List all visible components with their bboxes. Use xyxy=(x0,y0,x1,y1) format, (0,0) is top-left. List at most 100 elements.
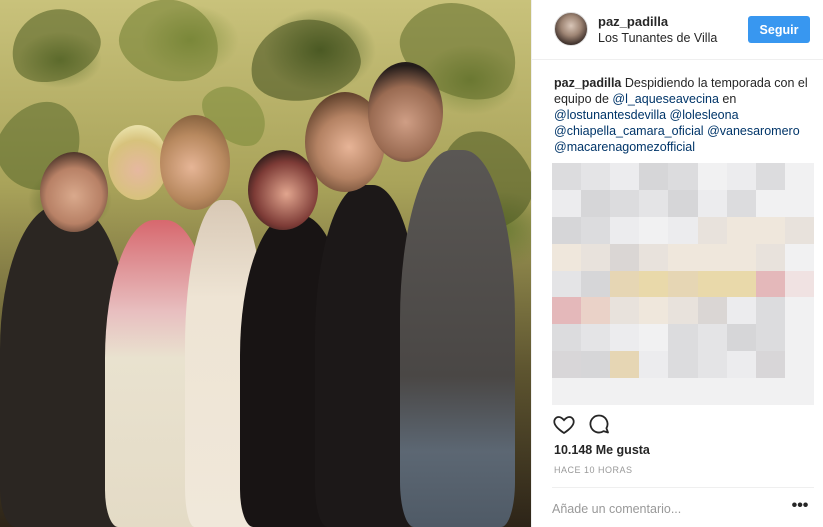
pixel-tile xyxy=(697,270,727,298)
pixel-tile xyxy=(639,378,669,405)
pixel-tile xyxy=(755,189,785,217)
pixel-tile xyxy=(581,324,611,352)
pixel-tile xyxy=(610,189,640,217)
pixel-tile xyxy=(755,270,785,298)
comment-input[interactable] xyxy=(552,498,782,520)
pixel-tile xyxy=(610,297,640,325)
post-sidebar: paz_padilla Los Tunantes de Villa Seguir… xyxy=(531,0,823,527)
pixelated-comments xyxy=(552,163,814,405)
pixel-tile xyxy=(726,189,756,217)
pixel-tile xyxy=(784,163,814,190)
divider xyxy=(552,487,814,488)
pixel-tile xyxy=(639,297,669,325)
action-bar xyxy=(552,412,612,436)
pixel-tile xyxy=(581,270,611,298)
pixel-tile xyxy=(726,216,756,244)
pixel-tile xyxy=(552,189,582,217)
pixel-tile xyxy=(552,297,582,325)
post-caption: paz_padilla Despidiendo la temporada con… xyxy=(554,75,816,155)
post-header: paz_padilla Los Tunantes de Villa Seguir xyxy=(532,0,823,60)
caption-tag[interactable]: @vanesaromero xyxy=(707,124,800,138)
person-figure xyxy=(400,150,515,527)
person-head xyxy=(160,115,230,210)
caption-author[interactable]: paz_padilla xyxy=(554,76,621,90)
pixel-tile xyxy=(581,378,611,405)
pixel-tile xyxy=(581,351,611,379)
pixel-tile xyxy=(697,189,727,217)
pixel-tile xyxy=(639,216,669,244)
pixel-tile xyxy=(668,189,698,217)
pixel-tile xyxy=(755,324,785,352)
person-head xyxy=(368,62,443,162)
pixel-tile xyxy=(697,243,727,271)
pixel-tile xyxy=(581,297,611,325)
pixel-tile xyxy=(726,324,756,352)
pixel-tile xyxy=(755,163,785,190)
pixel-tile xyxy=(610,378,640,405)
follow-button[interactable]: Seguir xyxy=(748,16,810,43)
pixel-tile xyxy=(697,216,727,244)
pixel-tile xyxy=(610,243,640,271)
pixel-tile xyxy=(697,163,727,190)
pixel-tile xyxy=(552,324,582,352)
caption-tag[interactable]: @lostunantesdevilla xyxy=(554,108,666,122)
post-timestamp[interactable]: HACE 10 HORAS xyxy=(554,465,633,475)
pixel-tile xyxy=(668,243,698,271)
pixel-tile xyxy=(726,270,756,298)
heart-icon[interactable] xyxy=(552,412,576,436)
pixel-tile xyxy=(639,270,669,298)
author-username[interactable]: paz_padilla xyxy=(598,14,668,29)
likes-count[interactable]: 10.148 Me gusta xyxy=(554,443,650,457)
pixel-tile xyxy=(726,297,756,325)
pixel-tile xyxy=(697,324,727,352)
pixel-tile xyxy=(552,378,582,405)
post-location[interactable]: Los Tunantes de Villa xyxy=(598,31,717,45)
pixel-tile xyxy=(697,297,727,325)
pixel-tile xyxy=(610,351,640,379)
pixel-tile xyxy=(668,297,698,325)
caption-tag[interactable]: @macarenagomezofficial xyxy=(554,140,695,154)
leaf-pattern xyxy=(111,0,229,92)
pixel-tile xyxy=(610,163,640,190)
pixel-tile xyxy=(755,351,785,379)
pixel-tile xyxy=(610,324,640,352)
comment-bubble-icon[interactable] xyxy=(587,412,611,436)
pixel-tile xyxy=(784,243,814,271)
pixel-tile xyxy=(784,270,814,298)
leaf-pattern xyxy=(0,0,110,94)
pixel-tile xyxy=(552,243,582,271)
pixel-tile xyxy=(639,324,669,352)
pixel-tile xyxy=(726,163,756,190)
pixel-tile xyxy=(784,216,814,244)
caption-tag[interactable]: @lolesleona xyxy=(670,108,739,122)
caption-tag[interactable]: @l_aqueseavecina xyxy=(612,92,719,106)
pixel-tile xyxy=(784,378,814,405)
caption-tag[interactable]: @chiapella_camara_oficial xyxy=(554,124,704,138)
pixel-tile xyxy=(639,163,669,190)
pixel-tile xyxy=(668,270,698,298)
pixel-tile xyxy=(610,216,640,244)
pixel-tile xyxy=(755,378,785,405)
pixel-tile xyxy=(784,297,814,325)
pixel-tile xyxy=(668,163,698,190)
pixel-tile xyxy=(581,216,611,244)
pixel-tile xyxy=(552,216,582,244)
pixel-tile xyxy=(668,216,698,244)
pixel-tile xyxy=(581,189,611,217)
avatar[interactable] xyxy=(554,12,588,46)
pixel-tile xyxy=(755,216,785,244)
person-head xyxy=(40,152,108,232)
pixel-tile xyxy=(668,351,698,379)
pixel-tile xyxy=(668,324,698,352)
post-photo[interactable] xyxy=(0,0,531,527)
pixel-tile xyxy=(581,163,611,190)
pixel-tile xyxy=(697,378,727,405)
pixel-tile xyxy=(697,351,727,379)
caption-connector: en xyxy=(722,92,737,106)
pixel-tile xyxy=(610,270,640,298)
pixel-tile xyxy=(552,351,582,379)
pixel-tile xyxy=(552,270,582,298)
pixel-tile xyxy=(639,243,669,271)
pixel-tile xyxy=(552,163,582,190)
more-options-icon[interactable]: ••• xyxy=(788,498,812,518)
